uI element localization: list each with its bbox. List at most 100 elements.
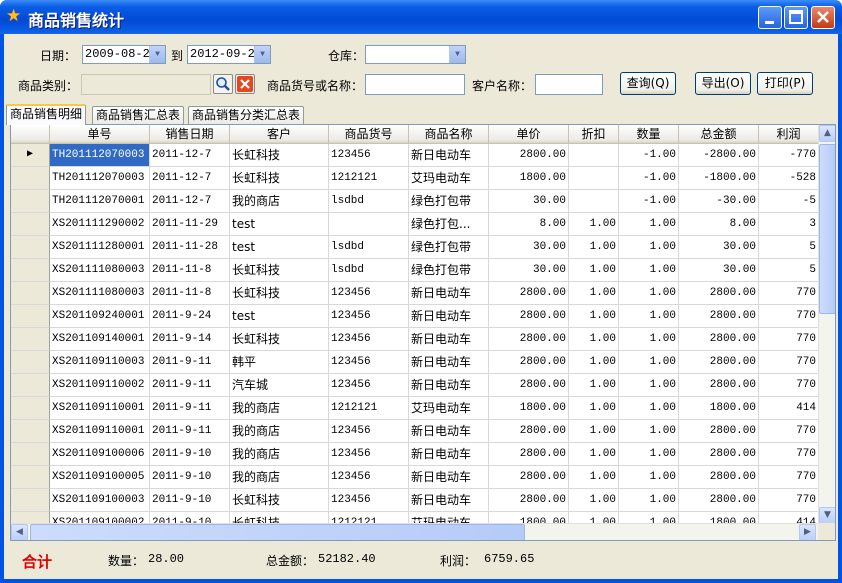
table-row[interactable]: XS201109100005 2011-9-10 我的商店 123456 新日电动车 28…: [11, 466, 819, 489]
table-cell[interactable]: -30.00: [679, 190, 759, 213]
table-cell[interactable]: 1800.00: [679, 397, 759, 420]
table-cell[interactable]: XS201109100005: [50, 466, 150, 489]
table-cell[interactable]: 绿色打包带: [409, 259, 489, 282]
table-cell[interactable]: 2800.00: [489, 466, 569, 489]
table-cell[interactable]: 2800.00: [489, 420, 569, 443]
table-cell[interactable]: 2011-9-10: [150, 443, 230, 466]
table-cell[interactable]: lsdbd: [329, 259, 409, 282]
table-cell[interactable]: 2011-9-10: [150, 489, 230, 512]
table-cell[interactable]: 2011-11-28: [150, 236, 230, 259]
table-cell[interactable]: 2800.00: [489, 144, 569, 167]
table-cell[interactable]: 770: [759, 305, 819, 328]
horizontal-scroll-thumb[interactable]: [30, 524, 525, 540]
table-cell[interactable]: 新日电动车: [409, 144, 489, 167]
maximize-button[interactable]: [784, 6, 808, 29]
table-row[interactable]: ▶ TH201112070003 2011-12-7 长虹科技 123456 新日电动车 2…: [11, 144, 819, 167]
table-cell[interactable]: XS201111080003: [50, 259, 150, 282]
table-cell[interactable]: -1.00: [619, 144, 679, 167]
table-cell[interactable]: XS201109140001: [50, 328, 150, 351]
table-cell[interactable]: 汽车城: [230, 374, 329, 397]
table-row[interactable]: XS201111080003 2011-11-8 长虹科技 lsdbd 绿色打包带 30.…: [11, 259, 819, 282]
row-header[interactable]: [11, 420, 50, 443]
scroll-left-button[interactable]: ◀: [11, 524, 28, 540]
column-header[interactable]: 总金额: [679, 125, 759, 144]
current-row-indicator[interactable]: ▶: [11, 144, 50, 167]
table-cell[interactable]: 2800.00: [679, 466, 759, 489]
table-cell[interactable]: 1.00: [619, 351, 679, 374]
row-header[interactable]: [11, 213, 50, 236]
row-header[interactable]: [11, 489, 50, 512]
row-header[interactable]: [11, 190, 50, 213]
table-cell[interactable]: 123456: [329, 489, 409, 512]
row-header[interactable]: [11, 397, 50, 420]
column-header[interactable]: 销售日期: [150, 125, 230, 144]
column-header[interactable]: 商品名称: [409, 125, 489, 144]
table-cell[interactable]: 2011-12-7: [150, 144, 230, 167]
table-cell[interactable]: 5: [759, 236, 819, 259]
table-cell[interactable]: 123456: [329, 374, 409, 397]
table-cell[interactable]: -528: [759, 167, 819, 190]
table-cell[interactable]: 绿色打包带: [409, 236, 489, 259]
table-cell[interactable]: 1.00: [619, 397, 679, 420]
table-cell[interactable]: 30.00: [679, 259, 759, 282]
row-header[interactable]: [11, 259, 50, 282]
table-cell[interactable]: 123456: [329, 282, 409, 305]
query-button[interactable]: 查询(Q): [620, 72, 676, 95]
customer-input[interactable]: [535, 74, 603, 95]
table-cell[interactable]: 1.00: [619, 420, 679, 443]
table-cell[interactable]: 长虹科技: [230, 328, 329, 351]
table-cell[interactable]: 1.00: [569, 374, 619, 397]
table-cell[interactable]: 绿色打包带: [409, 190, 489, 213]
table-cell[interactable]: 1.00: [619, 259, 679, 282]
table-cell[interactable]: -1.00: [619, 167, 679, 190]
table-cell[interactable]: 2800.00: [489, 443, 569, 466]
table-cell[interactable]: 1.00: [569, 351, 619, 374]
table-cell[interactable]: 5: [759, 259, 819, 282]
table-cell[interactable]: 2800.00: [679, 489, 759, 512]
horizontal-scrollbar[interactable]: ◀ ▶: [11, 523, 819, 540]
column-header[interactable]: 单价: [489, 125, 569, 144]
table-row[interactable]: TH201112070001 2011-12-7 我的商店 lsdbd 绿色打包带 30.…: [11, 190, 819, 213]
table-cell[interactable]: 绿色打包...: [409, 213, 489, 236]
table-cell[interactable]: 2800.00: [679, 374, 759, 397]
table-cell[interactable]: 2800.00: [489, 328, 569, 351]
table-cell[interactable]: 新日电动车: [409, 351, 489, 374]
table-cell[interactable]: 新日电动车: [409, 328, 489, 351]
table-row[interactable]: XS201109100006 2011-9-10 我的商店 123456 新日电动车 28…: [11, 443, 819, 466]
table-cell[interactable]: 新日电动车: [409, 466, 489, 489]
table-cell[interactable]: -1800.00: [679, 167, 759, 190]
table-cell[interactable]: 2011-9-11: [150, 420, 230, 443]
table-cell[interactable]: 我的商店: [230, 190, 329, 213]
table-cell[interactable]: 1212121: [329, 397, 409, 420]
table-cell[interactable]: 770: [759, 443, 819, 466]
column-header[interactable]: 利润: [759, 125, 819, 144]
table-cell[interactable]: [569, 144, 619, 167]
table-cell[interactable]: 1.00: [569, 282, 619, 305]
table-cell[interactable]: 3: [759, 213, 819, 236]
table-cell[interactable]: 1.00: [569, 397, 619, 420]
table-cell[interactable]: 1.00: [569, 420, 619, 443]
table-cell[interactable]: XS201109110003: [50, 351, 150, 374]
table-cell[interactable]: 1.00: [619, 213, 679, 236]
table-cell[interactable]: 新日电动车: [409, 282, 489, 305]
table-cell[interactable]: 770: [759, 328, 819, 351]
table-cell[interactable]: 新日电动车: [409, 420, 489, 443]
table-cell[interactable]: 1.00: [569, 328, 619, 351]
table-cell[interactable]: XS201111080003: [50, 282, 150, 305]
table-cell[interactable]: 770: [759, 351, 819, 374]
table-cell[interactable]: 1.00: [569, 466, 619, 489]
table-row[interactable]: XS201109110002 2011-9-11 汽车城 123456 新日电动车 280…: [11, 374, 819, 397]
scroll-right-button[interactable]: ▶: [799, 524, 816, 540]
table-row[interactable]: XS201109110001 2011-9-11 我的商店 1212121 艾玛电动车 1…: [11, 397, 819, 420]
table-cell[interactable]: 新日电动车: [409, 374, 489, 397]
table-cell[interactable]: 2800.00: [679, 351, 759, 374]
table-cell[interactable]: XS201109240001: [50, 305, 150, 328]
column-header[interactable]: 客户: [230, 125, 329, 144]
table-cell[interactable]: 我的商店: [230, 420, 329, 443]
table-cell[interactable]: 2800.00: [489, 374, 569, 397]
table-cell[interactable]: 新日电动车: [409, 443, 489, 466]
column-header[interactable]: 折扣: [569, 125, 619, 144]
table-cell[interactable]: 1.00: [619, 374, 679, 397]
title-bar[interactable]: ★ 商品销售统计: [0, 0, 842, 34]
table-cell[interactable]: 8.00: [679, 213, 759, 236]
